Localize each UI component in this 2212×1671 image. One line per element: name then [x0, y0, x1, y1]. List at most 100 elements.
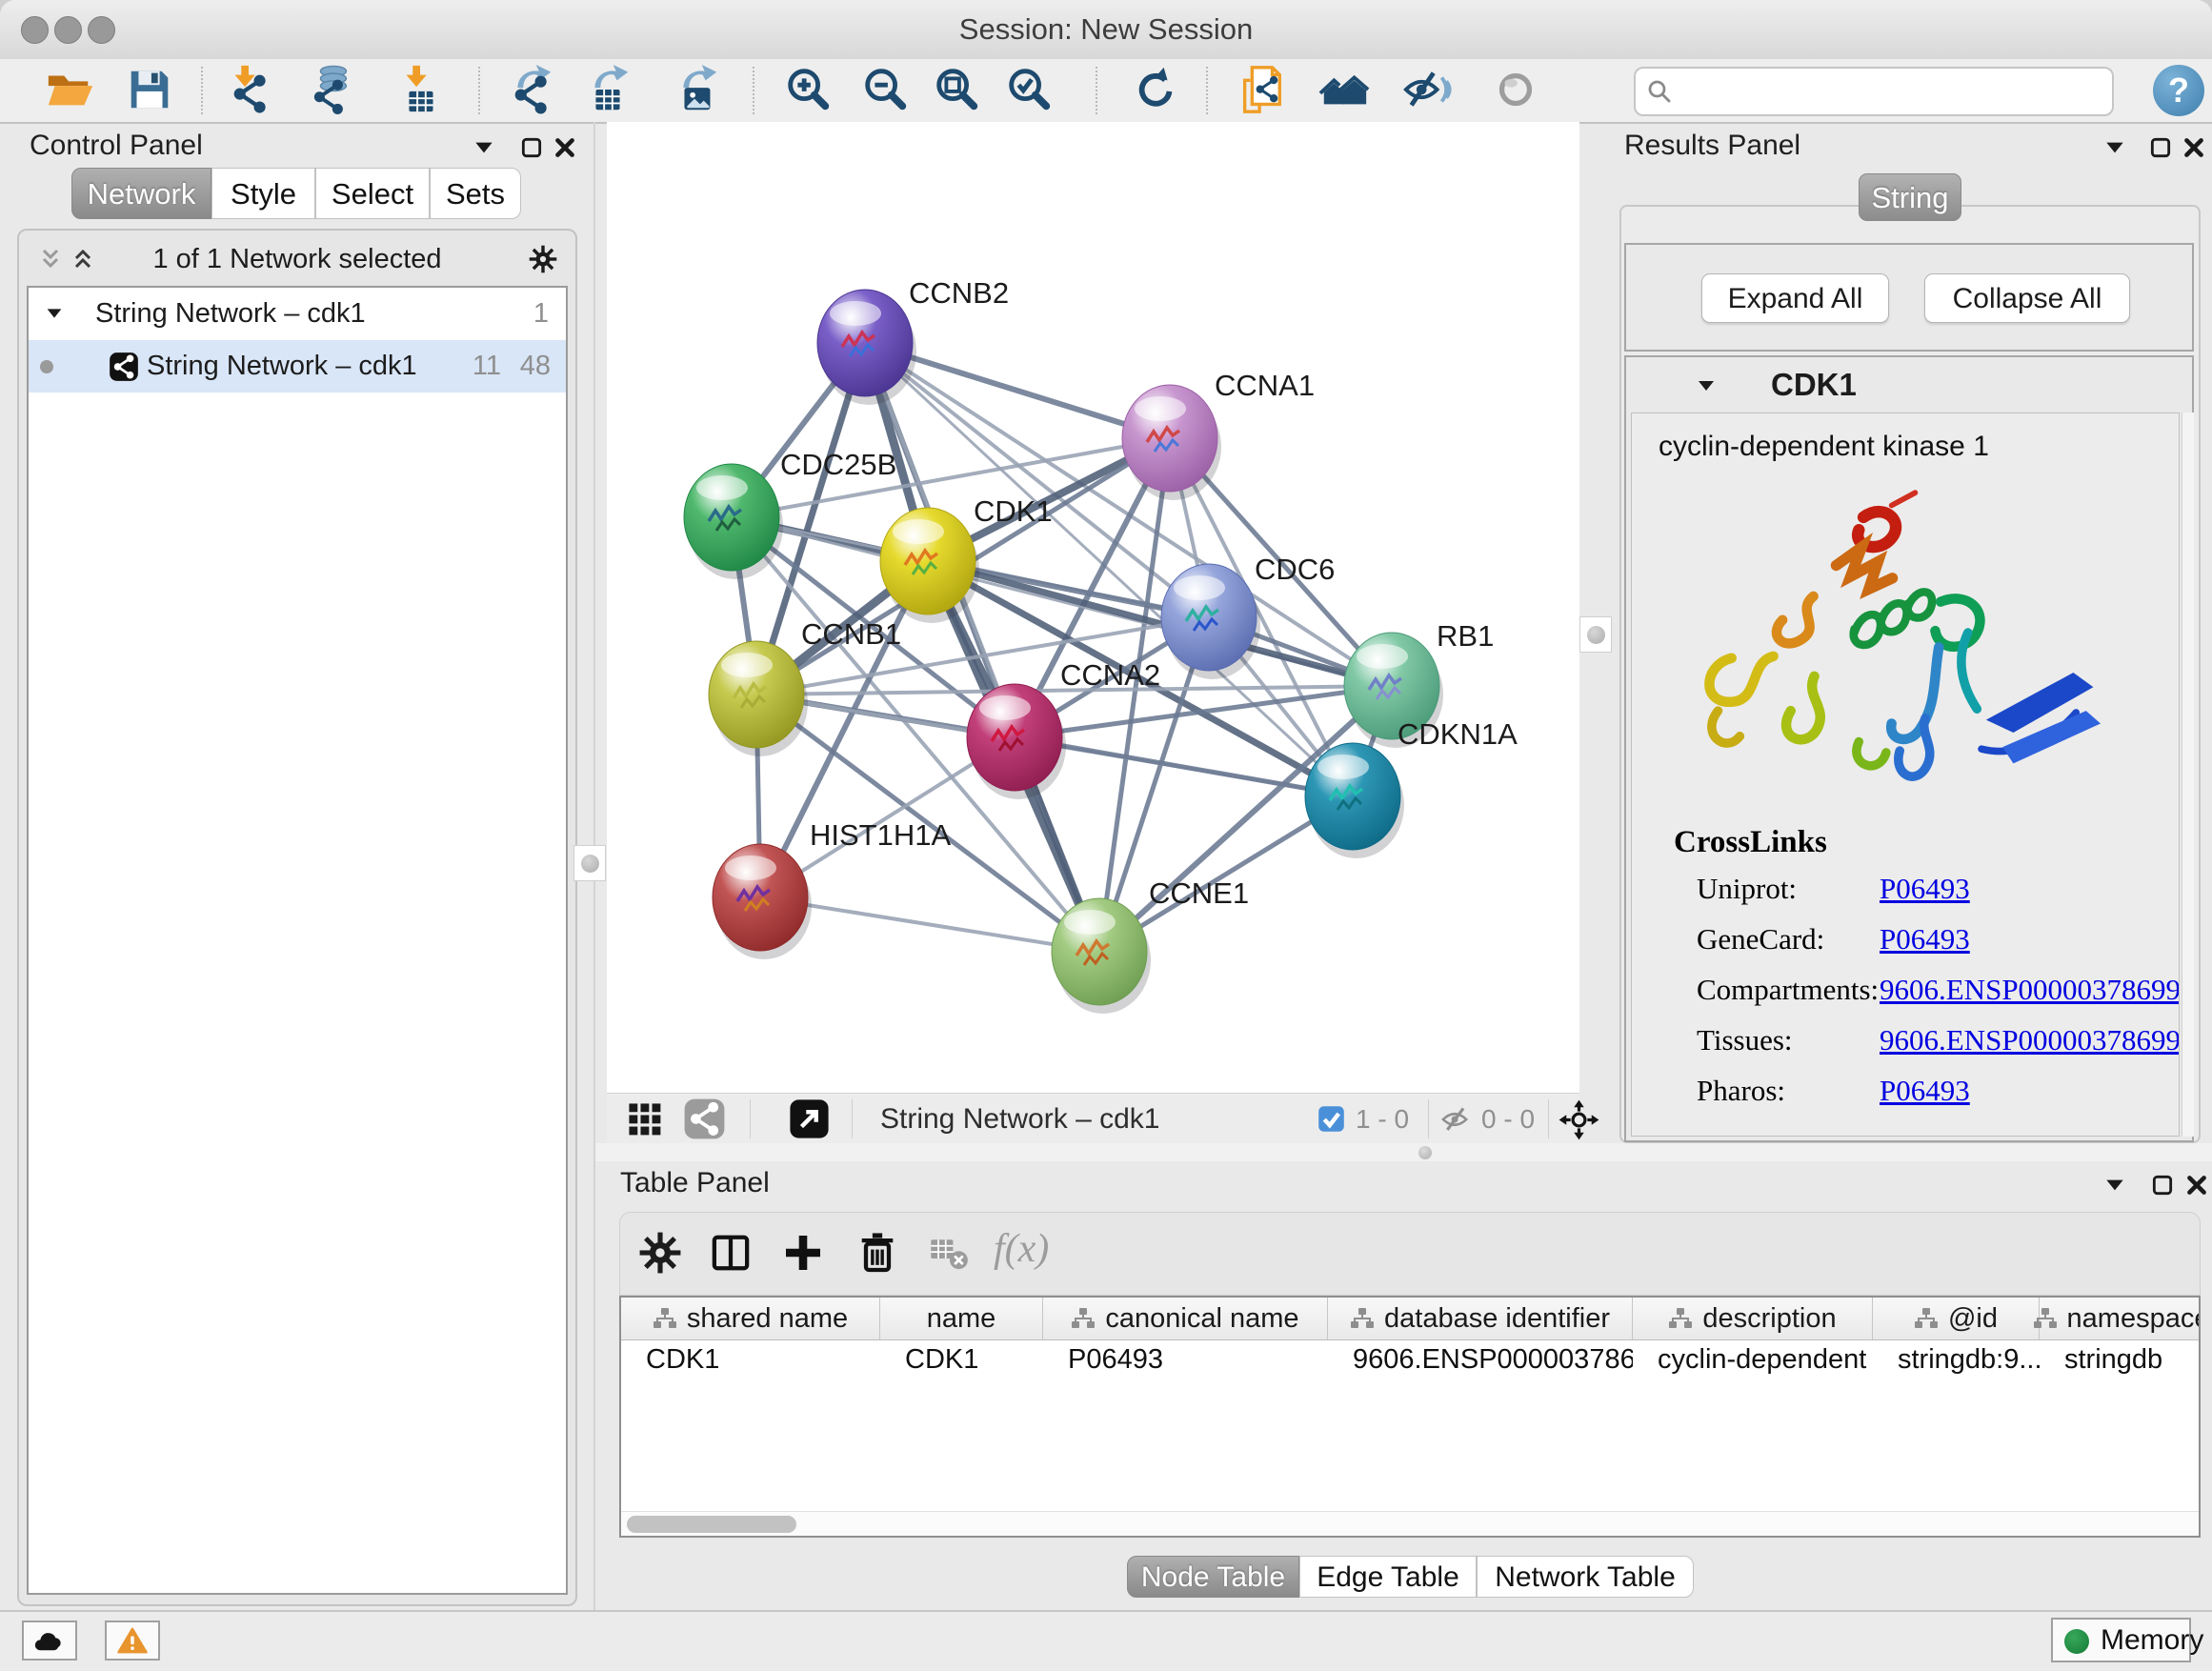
network-node-CCNB2[interactable]: CCNB2 [817, 276, 1009, 405]
right-splitter-handle[interactable] [1579, 616, 1612, 653]
tab-edge-table[interactable]: Edge Table [1299, 1556, 1477, 1598]
collapse-all-button[interactable]: Collapse All [1924, 273, 2130, 323]
horizontal-splitter-handle[interactable] [1418, 1146, 1432, 1159]
help-button[interactable]: ? [2153, 65, 2204, 116]
import-network-database-icon[interactable] [306, 64, 357, 115]
network-options-gear-icon[interactable] [528, 244, 558, 274]
share-document-icon[interactable] [1236, 64, 1287, 115]
selected-checkbox-icon[interactable] [1317, 1104, 1346, 1134]
delete-column-icon[interactable] [855, 1230, 900, 1276]
collapse-entry-icon[interactable] [1695, 374, 1718, 397]
column-header-id[interactable]: @id [1873, 1298, 2040, 1339]
network-view[interactable]: CCNB2CCNA1CDC25BCDK1CDC6RB1CCNB1CCNA2CDK… [607, 122, 1579, 1093]
detach-view-icon[interactable] [788, 1097, 831, 1140]
column-header-canonical-name[interactable]: canonical name [1043, 1298, 1328, 1339]
panel-menu-icon[interactable] [2102, 1173, 2127, 1198]
tab-select[interactable]: Select [315, 168, 430, 219]
float-panel-icon[interactable] [2148, 135, 2173, 160]
panel-menu-icon[interactable] [472, 135, 496, 160]
float-panel-icon[interactable] [2150, 1173, 2175, 1198]
network-row-selected[interactable]: String Network – cdk1 11 48 [29, 340, 566, 393]
cell-id[interactable]: stringdb:9... [1873, 1339, 2040, 1379]
zoom-fit-icon[interactable] [931, 64, 982, 115]
horizontal-splitter[interactable] [595, 1143, 2212, 1161]
crosslink-genecard-link[interactable]: P06493 [1880, 922, 1970, 956]
fit-selected-crosshair-icon[interactable] [1558, 1098, 1600, 1141]
zoom-in-icon[interactable] [782, 64, 834, 115]
network-node-CDK1[interactable]: CDK1 [880, 494, 1053, 623]
show-columns-icon[interactable] [708, 1230, 754, 1276]
network-collection-row[interactable]: String Network – cdk1 1 [29, 288, 566, 340]
tab-sets[interactable]: Sets [430, 168, 521, 219]
column-header-shared-name[interactable]: shared name [621, 1298, 880, 1339]
float-panel-icon[interactable] [519, 135, 544, 160]
add-column-icon[interactable] [780, 1230, 826, 1276]
column-header-description[interactable]: description [1633, 1298, 1873, 1339]
network-column-icon [1668, 1307, 1693, 1330]
tab-string[interactable]: String [1859, 173, 1961, 221]
crosslink-tissues-link[interactable]: 9606.ENSP00000378699 [1880, 1023, 2180, 1057]
expand-all-button[interactable]: Expand All [1701, 273, 1889, 323]
network-edge-RB1-CCNA2[interactable] [1015, 686, 1392, 737]
close-panel-icon[interactable] [553, 135, 577, 160]
close-panel-icon[interactable] [2182, 135, 2206, 160]
node-result-header[interactable]: CDK1 [1626, 357, 2192, 413]
cell-name[interactable]: CDK1 [880, 1339, 1043, 1379]
tab-network-table[interactable]: Network Table [1477, 1556, 1694, 1598]
collection-expand-icon[interactable] [44, 303, 65, 324]
results-scrollbar[interactable] [2182, 413, 2194, 1137]
search-field[interactable] [1634, 67, 2114, 116]
tab-node-table[interactable]: Node Table [1127, 1556, 1299, 1598]
grid-view-icon[interactable] [623, 1097, 666, 1140]
network-node-CDC25B[interactable]: CDC25B [684, 448, 896, 579]
crosslink-pharos-link[interactable]: P06493 [1880, 1074, 1970, 1108]
network-node-CCNE1[interactable]: CCNE1 [1052, 876, 1249, 1014]
cell-shared-name[interactable]: CDK1 [621, 1339, 880, 1379]
network-node-HIST1H1A[interactable]: HIST1H1A [713, 818, 951, 959]
panel-menu-icon[interactable] [2102, 135, 2127, 160]
crosslink-compartments-link[interactable]: 9606.ENSP00000378699 [1880, 973, 2180, 1007]
zoom-selected-icon[interactable] [1003, 64, 1055, 115]
hidden-eye-icon[interactable] [1439, 1102, 1474, 1137]
open-session-icon[interactable] [44, 64, 95, 115]
tab-style[interactable]: Style [211, 168, 315, 219]
import-table-icon[interactable] [394, 64, 446, 115]
network-node-CCNB1[interactable]: CCNB1 [709, 617, 901, 756]
table-options-gear-icon[interactable] [637, 1230, 683, 1276]
network-type-icon[interactable] [683, 1097, 726, 1140]
scrollbar-thumb[interactable] [627, 1516, 796, 1533]
export-table-icon[interactable] [582, 64, 633, 115]
column-header-name[interactable]: name [880, 1298, 1043, 1339]
left-splitter-handle[interactable] [573, 845, 606, 881]
table-toolbar: f(x) [619, 1212, 2201, 1296]
tab-network[interactable]: Network [71, 168, 211, 219]
search-input[interactable] [1681, 70, 2104, 111]
export-network-icon[interactable] [505, 64, 556, 115]
cloud-button[interactable] [22, 1621, 77, 1661]
cell-namespace[interactable]: stringdb [2040, 1339, 2201, 1379]
hide-unhide-icon[interactable] [1401, 64, 1453, 115]
memory-button[interactable]: Memory [2051, 1618, 2191, 1662]
network-canvas[interactable]: CCNB2CCNA1CDC25BCDK1CDC6RB1CCNB1CCNA2CDK… [607, 122, 1579, 1093]
import-network-file-icon[interactable] [223, 64, 274, 115]
cell-database-identifier[interactable]: 9606.ENSP00000378699 [1328, 1339, 1633, 1379]
column-header-namespace[interactable]: namespace [2040, 1298, 2201, 1339]
close-panel-icon[interactable] [2184, 1173, 2209, 1198]
crosslink-uniprot-link[interactable]: P06493 [1880, 872, 1970, 906]
eye-icon[interactable] [1490, 64, 1541, 115]
table-horizontal-scrollbar[interactable] [621, 1511, 2199, 1537]
cell-canonical-name[interactable]: P06493 [1043, 1339, 1328, 1379]
table-panel-title: Table Panel [620, 1167, 770, 1199]
export-image-icon[interactable] [671, 64, 722, 115]
save-session-icon[interactable] [124, 64, 175, 115]
network-node-CCNA1[interactable]: CCNA1 [1122, 369, 1315, 500]
string-home-icon[interactable] [1318, 64, 1370, 115]
refresh-icon[interactable] [1130, 64, 1181, 115]
column-header-database-identifier[interactable]: database identifier [1328, 1298, 1633, 1339]
cell-description[interactable]: cyclin-dependent ... [1633, 1339, 1873, 1379]
zoom-out-icon[interactable] [859, 64, 911, 115]
delete-table-icon [927, 1230, 973, 1276]
warnings-button[interactable] [105, 1621, 160, 1661]
network-edge-CCNA1-CCNE1[interactable] [1099, 438, 1170, 952]
table-row[interactable]: CDK1 CDK1 P06493 9606.ENSP00000378699 cy… [621, 1339, 2199, 1379]
